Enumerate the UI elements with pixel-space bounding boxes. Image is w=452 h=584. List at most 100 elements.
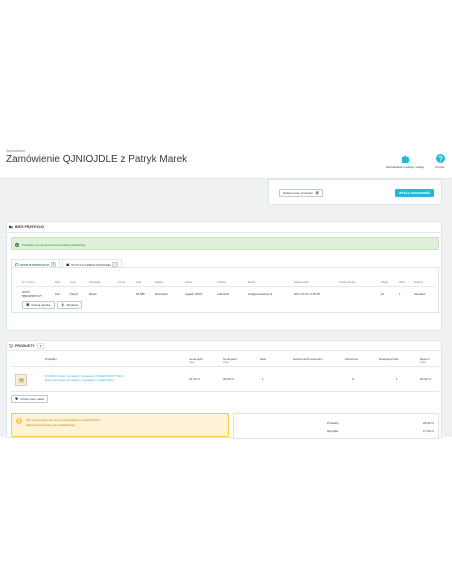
cell-postcode: 00-585 [136, 292, 145, 296]
products-panel-header: PRODUKTY 1 [9, 343, 45, 349]
cell-unit-net: 24,30 zł [189, 377, 200, 381]
col-postcode: Kod [136, 280, 141, 284]
order-summary: Produkty 29,90 zł Wysyłka 17,00 zł [233, 413, 439, 439]
cell-email: info@prestashop.pl [248, 292, 273, 296]
cell-city: Dzierżków [155, 292, 168, 296]
col-unit-net-sub: netto [189, 361, 195, 364]
col-date: Data Krótko [294, 280, 309, 284]
tab-shipments-done-label: WYSYŁKI (ZREALIZOWANE) [71, 262, 111, 267]
col-weight: Waga [381, 280, 389, 284]
col-product: Produkty [45, 357, 57, 361]
col-type: Rodzaj [414, 280, 423, 284]
cell-first-name: Patryk [70, 292, 78, 296]
product-thumbnail[interactable] [15, 374, 27, 386]
summary-products-value: 29,90 zł [423, 421, 434, 425]
cell-available: 1 [396, 377, 398, 381]
col-city: Miasto [155, 280, 164, 284]
box-icon [66, 263, 70, 266]
tab-shipment-status-label: STATUS PRZESYŁKI [20, 262, 50, 267]
breadcrumb[interactable]: Zamówienia [6, 149, 25, 153]
products-panel-title: PRODUKTY [15, 344, 35, 348]
cell-number-sub: 5884483877377 [22, 294, 43, 298]
help-button[interactable]: Pomoc [430, 154, 450, 169]
tax-warning-line2: Rabat koszt dostawy jako kwalifikowany [26, 422, 76, 427]
release-button[interactable]: Wydanie [57, 301, 83, 309]
print-package-label: Drukuj paczkę [31, 303, 51, 307]
col-returned: Zwrócono [345, 357, 359, 361]
summary-shipping-label: Wysyłka [327, 429, 339, 433]
divider [11, 391, 439, 392]
col-notes: Uwagi dla kur. [339, 280, 357, 284]
tax-warning: Dla tej grupy klientów, ceny są wyświetl… [11, 413, 229, 437]
cell-weight: 10 [381, 292, 385, 296]
col-available: Dostępna ilość [379, 357, 399, 361]
tracking-number-label: Podaj numer przesyłki [283, 191, 313, 195]
product-name-link[interactable]: DYLMICO krem do twarzy z kwasami NAGIETK… [45, 374, 123, 383]
divider [16, 286, 436, 287]
product-name-line2: Krem odżywczy do twarzy z wyciągiem szał… [45, 378, 114, 383]
success-alert: Przesyłka nie ma opóźnień od ostatniej a… [11, 237, 439, 250]
cell-quantity: 1 [399, 292, 401, 296]
add-discount-button[interactable]: Dodaj nowy rabat [11, 395, 48, 403]
col-total-sub: brutto [420, 361, 427, 364]
col-gender: Płeć [55, 280, 61, 284]
shipment-panel-title: BIEG PRZESYŁKI [15, 225, 45, 229]
cell-type: Standard [414, 292, 426, 296]
cell-phone: 111111111 [217, 292, 230, 296]
product-image-icon [18, 377, 25, 384]
products-count: 1 [36, 343, 45, 349]
cell-address: Jagiełły 06/15 [185, 292, 203, 296]
cell-unit-gross: 29,90 zł [223, 377, 234, 381]
cell-returned: 0 [352, 377, 354, 381]
modules-services-label: Zarzadzanie modułyi i usługi [386, 165, 424, 169]
divider [11, 366, 439, 367]
cell-total: 29,90 zł [420, 377, 431, 381]
help-icon [435, 154, 445, 163]
release-label: Wydanie [66, 303, 79, 307]
shipment-panel-header: BIEG PRZESYŁKI [9, 225, 44, 229]
col-unit-gross-sub: brutto [223, 361, 230, 364]
modules-services-button[interactable]: Zarzadzanie modułyi i usługi [385, 154, 425, 169]
tag-icon [15, 397, 19, 401]
puzzle-icon [401, 155, 410, 163]
col-email: Email [248, 280, 255, 284]
divider [7, 232, 441, 233]
upload-icon [61, 303, 65, 307]
page-title: Zamówienie QJNIOJDLE z Patryk Marek [6, 154, 188, 165]
col-first-name: Imię [70, 280, 76, 284]
col-quantity: Ilość [260, 357, 267, 361]
col-last-name: Nazwisko [89, 280, 101, 284]
cell-date: 2017-07-01 17:59:56 [294, 292, 320, 296]
col-company: Firma [118, 280, 126, 284]
check-circle-icon [15, 242, 19, 247]
divider [7, 350, 441, 351]
truck-icon [9, 225, 13, 229]
print-icon [26, 303, 30, 307]
col-refunded: Zwrócono/Z powrotem [293, 357, 323, 361]
cart-icon [9, 344, 13, 348]
col-phone: Telefon [217, 280, 227, 284]
warning-icon [16, 418, 22, 424]
summary-products-label: Produkty [327, 421, 339, 425]
tracking-number-button[interactable]: Podaj numer przesyłki [279, 189, 323, 197]
cell-quantity: 1 [262, 377, 264, 381]
external-link-icon [315, 191, 319, 195]
tracking-panel: Podaj numer przesyłki WYŚLIJ WIADOMOŚĆ [268, 179, 442, 205]
add-discount-label: Dodaj nowy rabat [20, 397, 44, 401]
cell-last-name: Marek [89, 292, 97, 296]
summary-shipping-value: 17,00 zł [423, 429, 434, 433]
send-message-button[interactable]: WYŚLIJ WIADOMOŚĆ [395, 189, 435, 197]
col-quantity: Ilość [399, 280, 405, 284]
tax-warning-text: Dla tej grupy klientów, ceny są wyświetl… [26, 418, 101, 427]
success-alert-text: Przesyłka nie ma opóźnień od ostatniej a… [22, 242, 85, 247]
col-number: Nr. Numer [22, 280, 35, 284]
col-address: Adres [185, 280, 193, 284]
tax-warning-line1: Dla tej grupy klientów, ceny są wyświetl… [26, 418, 101, 422]
status-icon [15, 262, 19, 267]
help-label: Pomoc [435, 165, 445, 169]
print-package-button[interactable]: Drukuj paczkę [22, 301, 55, 309]
products-panel: PRODUKTY 1 Produkty Cena jedn. netto Cen… [6, 340, 442, 439]
cell-gender: Pan [55, 292, 60, 296]
shipment-panel: BIEG PRZESYŁKI Przesyłka nie ma opóźnień… [6, 221, 442, 331]
shipments-table: Nr. Numer Płeć Imię Nazwisko Firma Kod M… [11, 267, 439, 313]
